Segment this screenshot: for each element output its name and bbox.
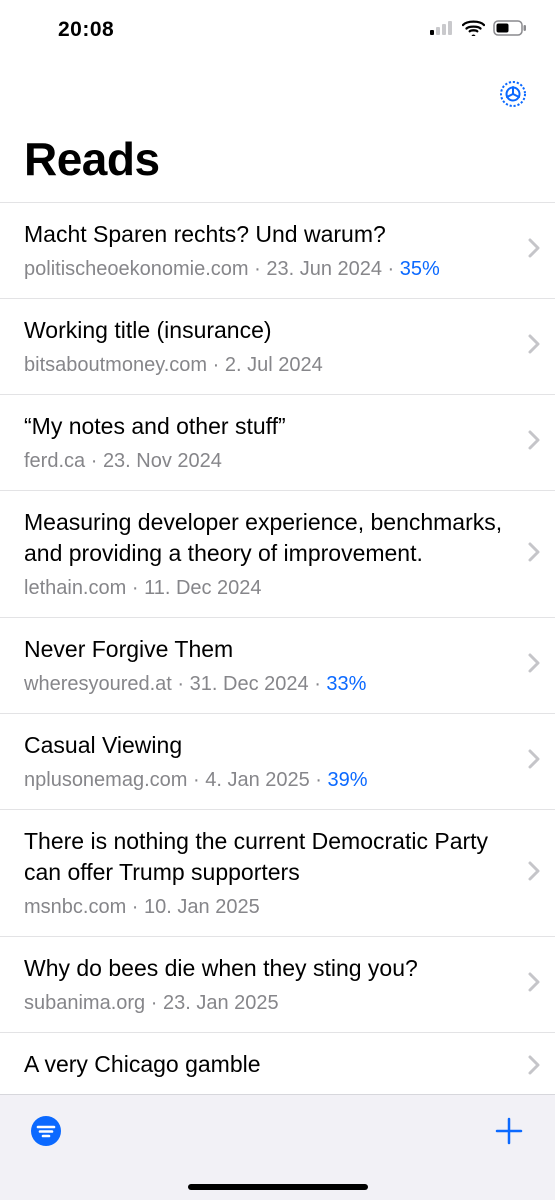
chevron-right-icon: [527, 652, 541, 679]
article-title: Casual Viewing: [24, 730, 517, 761]
article-domain: lethain.com: [24, 577, 126, 599]
article-date: 23. Jan 2025: [163, 992, 279, 1014]
article-row[interactable]: Why do bees die when they sting you? suba…: [0, 937, 555, 1033]
article-row[interactable]: Casual Viewing nplusonemag.com · 4. Jan 2…: [0, 714, 555, 810]
article-row-content: Never Forgive Them wheresyoured.at · 31. …: [24, 634, 517, 697]
article-row[interactable]: “My notes and other stuff” ferd.ca · 23. …: [0, 395, 555, 491]
article-meta: nplusonemag.com · 4. Jan 2025 · 39%: [24, 767, 517, 793]
chevron-right-icon: [527, 971, 541, 998]
article-row-content: Working title (insurance) bitsaboutmoney.…: [24, 315, 517, 378]
article-domain: politischeoekonomie.com: [24, 258, 249, 280]
article-domain: subanima.org: [24, 992, 145, 1014]
article-title: Never Forgive Them: [24, 634, 517, 665]
article-row-content: Macht Sparen rechts? Und warum? politisch…: [24, 219, 517, 282]
article-row-content: A very Chicago gamble: [24, 1049, 517, 1086]
article-row-content: Casual Viewing nplusonemag.com · 4. Jan 2…: [24, 730, 517, 793]
article-row[interactable]: Measuring developer experience, benchmar…: [0, 491, 555, 618]
article-date: 23. Nov 2024: [103, 450, 222, 472]
article-meta: msnbc.com · 10. Jan 2025: [24, 894, 517, 920]
chevron-right-icon: [527, 541, 541, 568]
wifi-icon: [462, 20, 485, 41]
article-row-content: There is nothing the current Democratic …: [24, 826, 517, 920]
article-row[interactable]: Never Forgive Them wheresyoured.at · 31. …: [0, 618, 555, 714]
article-meta: politischeoekonomie.com · 23. Jun 2024 ·…: [24, 256, 517, 282]
plus-icon: [493, 1115, 525, 1152]
article-date: 11. Dec 2024: [144, 577, 262, 599]
home-indicator[interactable]: [188, 1184, 368, 1190]
page-title: Reads: [0, 124, 555, 202]
add-button[interactable]: [489, 1113, 529, 1153]
chevron-right-icon: [527, 860, 541, 887]
article-date: 23. Jun 2024: [266, 258, 382, 280]
article-domain: msnbc.com: [24, 896, 126, 918]
article-domain: bitsaboutmoney.com: [24, 354, 207, 376]
chevron-right-icon: [527, 429, 541, 456]
article-date: 31. Dec 2024: [190, 673, 309, 695]
article-row[interactable]: Working title (insurance) bitsaboutmoney.…: [0, 299, 555, 395]
article-title: Macht Sparen rechts? Und warum?: [24, 219, 517, 250]
article-title: Measuring developer experience, benchmar…: [24, 507, 517, 569]
cell-signal-icon: [430, 21, 454, 40]
chevron-right-icon: [527, 748, 541, 775]
article-title: “My notes and other stuff”: [24, 411, 517, 442]
chevron-right-icon: [527, 237, 541, 264]
article-meta: ferd.ca · 23. Nov 2024: [24, 448, 517, 474]
battery-icon: [493, 20, 527, 41]
article-row-content: Measuring developer experience, benchmar…: [24, 507, 517, 601]
article-title: Why do bees die when they sting you?: [24, 953, 517, 984]
filter-icon: [29, 1114, 63, 1153]
settings-button[interactable]: [495, 78, 531, 114]
status-icons: [430, 20, 527, 41]
article-meta: bitsaboutmoney.com · 2. Jul 2024: [24, 352, 517, 378]
article-meta: subanima.org · 23. Jan 2025: [24, 990, 517, 1016]
chevron-right-icon: [527, 333, 541, 360]
article-row[interactable]: A very Chicago gamble: [0, 1033, 555, 1094]
article-title: A very Chicago gamble: [24, 1049, 517, 1080]
nav-bar: [0, 56, 555, 124]
bottom-toolbar: [0, 1094, 555, 1200]
article-row-content: “My notes and other stuff” ferd.ca · 23. …: [24, 411, 517, 474]
article-meta: wheresyoured.at · 31. Dec 2024 · 33%: [24, 671, 517, 697]
article-progress: 35%: [400, 258, 440, 280]
filter-button[interactable]: [26, 1113, 66, 1153]
article-row[interactable]: Macht Sparen rechts? Und warum? politisch…: [0, 203, 555, 299]
article-domain: wheresyoured.at: [24, 673, 172, 695]
article-row[interactable]: There is nothing the current Democratic …: [0, 810, 555, 937]
article-date: 10. Jan 2025: [144, 896, 260, 918]
gear-icon: [497, 78, 529, 115]
article-domain: nplusonemag.com: [24, 769, 187, 791]
chevron-right-icon: [527, 1054, 541, 1081]
article-meta: lethain.com · 11. Dec 2024: [24, 575, 517, 601]
article-list: Macht Sparen rechts? Und warum? politisch…: [0, 202, 555, 1094]
article-date: 4. Jan 2025: [205, 769, 310, 791]
article-progress: 39%: [328, 769, 368, 791]
status-bar: 20:08: [0, 0, 555, 56]
article-domain: ferd.ca: [24, 450, 85, 472]
article-title: There is nothing the current Democratic …: [24, 826, 517, 888]
article-row-content: Why do bees die when they sting you? suba…: [24, 953, 517, 1016]
status-time: 20:08: [58, 18, 114, 42]
article-progress: 33%: [326, 673, 366, 695]
article-title: Working title (insurance): [24, 315, 517, 346]
article-date: 2. Jul 2024: [225, 354, 323, 376]
